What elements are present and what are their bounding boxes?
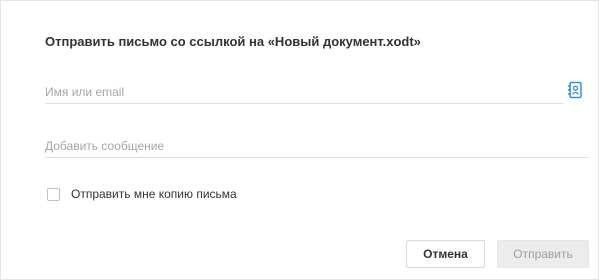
share-link-dialog: Отправить письмо со ссылкой на «Новый до…: [0, 0, 599, 280]
send-copy-checkbox[interactable]: [47, 187, 60, 201]
send-button[interactable]: Отправить: [497, 240, 589, 268]
dialog-title: Отправить письмо со ссылкой на «Новый до…: [45, 34, 421, 49]
send-copy-label: Отправить мне копию письма: [71, 187, 237, 201]
recipient-input[interactable]: [45, 81, 564, 104]
address-book-icon[interactable]: [567, 81, 583, 99]
send-copy-option[interactable]: Отправить мне копию письма: [47, 187, 237, 201]
message-input[interactable]: [45, 135, 589, 158]
cancel-button[interactable]: Отмена: [406, 240, 485, 268]
